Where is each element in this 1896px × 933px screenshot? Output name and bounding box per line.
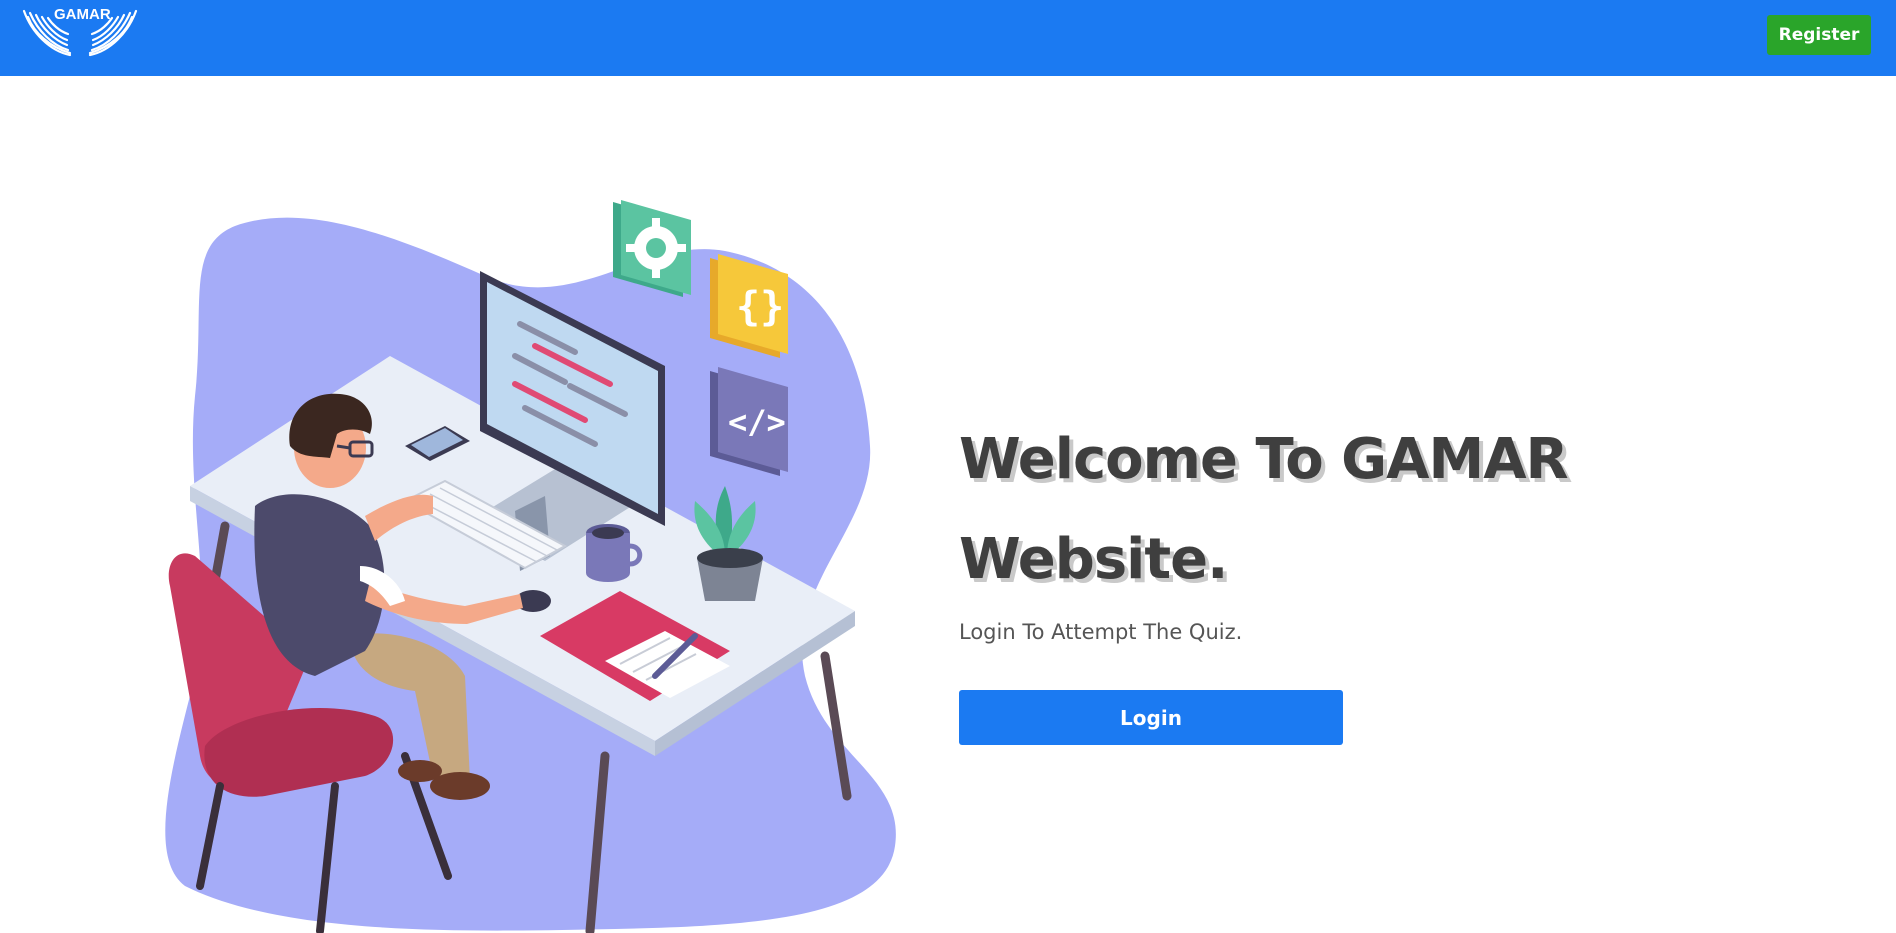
hero-title-line1: Welcome To GAMAR xyxy=(959,427,1569,492)
svg-text:</>: </> xyxy=(728,403,786,441)
developer-desk-illustration: {} </> xyxy=(165,196,905,933)
login-button[interactable]: Login xyxy=(959,690,1343,745)
register-button[interactable]: Register xyxy=(1767,15,1871,55)
hero-title: Welcome To GAMAR Website. xyxy=(959,410,1679,610)
logo-text: GAMAR xyxy=(54,6,111,23)
hero-section: Welcome To GAMAR Website. Login To Attem… xyxy=(959,410,1679,745)
hero-subtitle: Login To Attempt The Quiz. xyxy=(959,620,1243,644)
hero-title-line2: Website. xyxy=(959,527,1228,592)
gamar-logo[interactable]: GAMAR xyxy=(20,3,140,59)
svg-text:{}: {} xyxy=(736,284,784,330)
top-navbar: GAMAR Register xyxy=(0,0,1896,76)
